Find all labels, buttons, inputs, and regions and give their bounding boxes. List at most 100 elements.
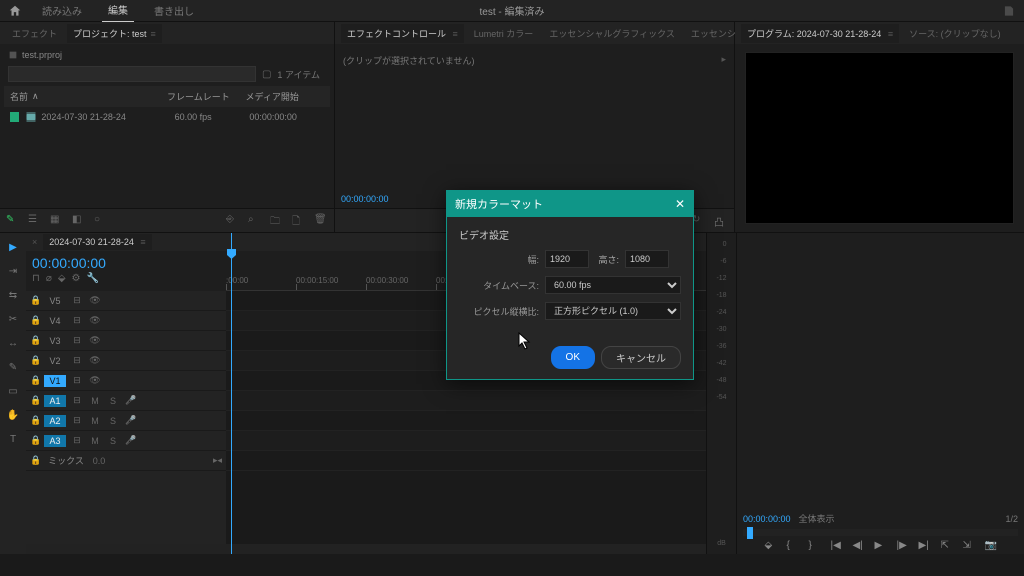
quickexport-icon[interactable]	[1002, 4, 1016, 18]
track-header-v4[interactable]: 🔒V4⊟👁	[26, 311, 226, 331]
track-header-a1[interactable]: 🔒A1⊟MS🎤	[26, 391, 226, 411]
tab-program[interactable]: プログラム: 2024-07-30 21-28-24 ≡	[741, 24, 899, 43]
bin-icon[interactable]: ▢	[262, 69, 271, 80]
settings-icon[interactable]: ⚙	[72, 273, 81, 284]
icon-view-icon[interactable]: ▦	[50, 214, 64, 228]
automate-icon[interactable]: ⎆	[226, 214, 240, 228]
marker-icon[interactable]: ⬙	[58, 273, 66, 284]
top-menubar: 読み込み 編集 書き出し test - 編集済み	[0, 0, 1024, 22]
program-timecode[interactable]: 00:00:00:00	[743, 514, 791, 524]
col-name[interactable]: 名前 ∧	[10, 90, 167, 103]
new-color-matte-dialog: 新規カラーマット ✕ ビデオ設定 幅: 高さ: タイムベース: 60.00 fp…	[446, 190, 694, 380]
window-title: test - 編集済み	[479, 3, 544, 18]
lock-icon[interactable]: 🔒	[30, 295, 40, 306]
rect-tool-icon[interactable]: ▭	[5, 383, 21, 399]
tab-effect-controls[interactable]: エフェクトコントロール ≡	[341, 24, 464, 43]
sort-arrow-icon: ∧	[32, 91, 39, 102]
workspace-tab-edit[interactable]: 編集	[102, 0, 134, 23]
new-bin-icon[interactable]: 🗀	[270, 214, 284, 228]
track-header-v1[interactable]: 🔒V1⊟👁	[26, 371, 226, 391]
track-header-v5[interactable]: 🔒V5⊟👁	[26, 291, 226, 311]
selection-tool-icon[interactable]: ▶	[5, 239, 21, 255]
freeform-icon[interactable]: ◧	[72, 214, 86, 228]
zoom-slider[interactable]: ○	[94, 214, 108, 228]
play-icon[interactable]: ▶	[875, 540, 887, 552]
sequence-tab[interactable]: 2024-07-30 21-28-24 ≡	[43, 234, 151, 250]
project-item-row[interactable]: 2024-07-30 21-28-24 60.00 fps 00:00:00:0…	[4, 107, 330, 127]
marker-add-icon[interactable]: ⬙	[765, 540, 777, 552]
trash-icon[interactable]: 🗑	[314, 214, 328, 228]
wrench-icon[interactable]: 🔧	[87, 273, 99, 284]
timeline-close-icon[interactable]: ×	[32, 237, 37, 247]
video-settings-label: ビデオ設定	[459, 227, 681, 242]
tab-project[interactable]: プロジェクト: test≡	[67, 24, 162, 43]
new-item-icon[interactable]: ✎	[6, 214, 20, 228]
mic-icon[interactable]: 🎤	[124, 395, 138, 406]
slip-tool-icon[interactable]: ↔	[5, 335, 21, 351]
width-input[interactable]	[545, 250, 589, 268]
track-header-a3[interactable]: 🔒A3⊟MS🎤	[26, 431, 226, 451]
track-header-v2[interactable]: 🔒V2⊟👁	[26, 351, 226, 371]
track-header-a2[interactable]: 🔒A2⊟MS🎤	[26, 411, 226, 431]
no-clip-message: (クリップが選択されていません)▸	[341, 50, 728, 71]
snap-icon[interactable]: ⊓	[32, 273, 40, 284]
cancel-button[interactable]: キャンセル	[601, 346, 681, 369]
pixel-aspect-select[interactable]: 正方形ピクセル (1.0)	[545, 302, 681, 320]
effect-timecode[interactable]: 00:00:00:00	[341, 194, 389, 204]
razor-tool-icon[interactable]: ✂	[5, 311, 21, 327]
playhead[interactable]	[231, 233, 232, 554]
track-header-mix[interactable]: 🔒ミックス0.0▸◂	[26, 451, 226, 471]
close-icon[interactable]: ✕	[675, 197, 685, 211]
item-count: 1 アイテム	[277, 68, 320, 81]
workspace-tab-import[interactable]: 読み込み	[36, 0, 88, 22]
project-toolbar: ✎ ☰ ▦ ◧ ○ ⎆ ⌕ 🗀 🗋 🗑	[0, 208, 334, 232]
sequence-icon	[25, 111, 37, 123]
timebase-select[interactable]: 60.00 fps	[545, 276, 681, 294]
pen-tool-icon[interactable]: ✎	[5, 359, 21, 375]
tab-effects[interactable]: エフェクト	[6, 24, 63, 43]
tab-essential-sound[interactable]: エッセンシ	[685, 24, 742, 43]
ok-button[interactable]: OK	[551, 346, 595, 369]
effect-tool-3[interactable]: 凸	[714, 214, 728, 228]
link-icon[interactable]: ⌀	[46, 273, 52, 284]
step-fwd-icon[interactable]: |▶	[897, 540, 909, 552]
height-input[interactable]	[625, 250, 669, 268]
workspace-tab-export[interactable]: 書き出し	[148, 0, 200, 22]
effect-tool-2[interactable]: ↻	[692, 214, 706, 228]
timeline-scrollbar[interactable]	[26, 544, 706, 554]
tab-source[interactable]: ソース: (クリップなし)	[903, 24, 1007, 43]
audio-meters: 0-6-12-18-24-30-36-42-48-54 dB	[706, 233, 736, 554]
out-point-icon[interactable]: }	[809, 540, 821, 552]
home-icon[interactable]	[8, 4, 22, 18]
project-search-input[interactable]	[8, 66, 256, 82]
project-breadcrumb: test.prproj	[4, 48, 330, 62]
tab-lumetri[interactable]: Lumetri カラー	[468, 24, 540, 43]
track-select-tool-icon[interactable]: ⇥	[5, 263, 21, 279]
newitem-icon[interactable]: 🗋	[292, 214, 306, 228]
fit-dropdown[interactable]: 全体表示	[799, 512, 835, 525]
extract-icon[interactable]: ⇲	[963, 540, 975, 552]
program-video-view[interactable]	[745, 52, 1014, 224]
prev-frame-icon[interactable]: |◀	[831, 540, 843, 552]
lift-icon[interactable]: ⇱	[941, 540, 953, 552]
in-point-icon[interactable]: {	[787, 540, 799, 552]
program-scrubber[interactable]	[743, 529, 1018, 536]
find-icon[interactable]: ⌕	[248, 214, 262, 228]
next-frame-icon[interactable]: ▶|	[919, 540, 931, 552]
col-start[interactable]: メディア開始	[246, 90, 325, 103]
tab-essential-graphics[interactable]: エッセンシャルグラフィックス	[543, 24, 681, 43]
timeline-timecode[interactable]: 00:00:00:00	[32, 255, 220, 271]
hand-tool-icon[interactable]: ✋	[5, 407, 21, 423]
export-frame-icon[interactable]: 📷	[985, 540, 997, 552]
col-fps[interactable]: フレームレート	[167, 90, 246, 103]
program-monitor-panel: プログラム: 2024-07-30 21-28-24 ≡ ソース: (クリップな…	[735, 22, 1024, 232]
resolution-dropdown[interactable]: 1/2	[1005, 514, 1018, 524]
type-tool-icon[interactable]: T	[5, 431, 21, 447]
ripple-tool-icon[interactable]: ⇆	[5, 287, 21, 303]
expand-icon[interactable]: ▸◂	[213, 455, 222, 466]
project-panel: エフェクト プロジェクト: test≡ test.prproj ▢ 1 アイテム…	[0, 22, 335, 232]
dialog-title: 新規カラーマット	[455, 196, 543, 212]
step-back-icon[interactable]: ◀|	[853, 540, 865, 552]
track-header-v3[interactable]: 🔒V3⊟👁	[26, 331, 226, 351]
list-view-icon[interactable]: ☰	[28, 214, 42, 228]
